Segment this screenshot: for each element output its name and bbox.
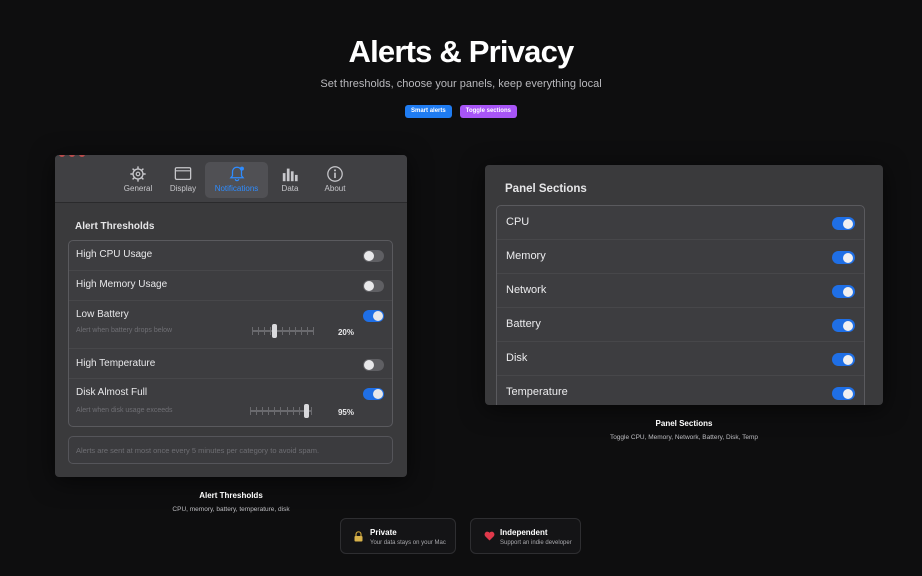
toggle-disk[interactable] [832, 353, 855, 366]
independent-card: Independent Support an indie developer [470, 518, 581, 554]
independent-subtitle: Support an indie developer [500, 540, 572, 546]
row-label: High CPU Usage [76, 249, 153, 260]
tab-data-label: Data [281, 184, 299, 193]
tab-display-label: Display [169, 184, 197, 193]
pill-smart-alerts: Smart alerts [405, 105, 452, 118]
tab-display[interactable]: Display [160, 162, 206, 198]
alert-thresholds-group: High CPU Usage High Memory Usage Low Bat… [68, 240, 393, 427]
alert-rate-note: Alerts are sent at most once every 5 min… [68, 436, 393, 464]
section-label: Temperature [506, 386, 568, 398]
minimize-window-button[interactable] [69, 155, 75, 157]
toggle-disk-almost-full[interactable] [363, 388, 384, 400]
section-label: Battery [506, 318, 541, 330]
battery-threshold-value: 20% [337, 328, 354, 337]
gear-icon [130, 166, 146, 182]
tab-notifications-label: Notifications [214, 184, 259, 193]
section-row-disk: Disk [497, 342, 864, 376]
section-label: Network [506, 284, 547, 296]
private-card: Private Your data stays on your Mac [340, 518, 456, 554]
alert-thresholds-subcaption: CPU, memory, battery, temperature, disk [172, 506, 290, 513]
disk-threshold-slider[interactable] [250, 404, 312, 418]
toggle-battery[interactable] [832, 319, 855, 332]
hero-title: Alerts & Privacy [348, 34, 575, 69]
close-window-button[interactable] [59, 155, 65, 157]
feature-pills: Smart alerts Toggle sections [0, 105, 922, 118]
tab-about-label: About [324, 184, 346, 193]
section-label: Disk [506, 352, 528, 364]
independent-title: Independent [500, 528, 548, 537]
settings-toolbar: General Display Notifications Data About [55, 155, 407, 203]
row-hint: Alert when disk usage exceeds [76, 407, 173, 414]
toggle-cpu[interactable] [832, 217, 855, 230]
section-row-cpu: CPU [497, 206, 864, 240]
display-icon [174, 167, 192, 181]
panel-sections-window: Panel Sections CPU Memory Network Batter… [485, 165, 883, 405]
tab-data[interactable]: Data [267, 162, 313, 198]
row-high-memory: High Memory Usage [69, 271, 392, 301]
toggle-low-battery[interactable] [363, 310, 384, 322]
row-label: Disk Almost Full [76, 387, 148, 398]
toggle-memory[interactable] [832, 251, 855, 264]
zoom-window-button[interactable] [79, 155, 85, 157]
slider-knob[interactable] [304, 404, 309, 418]
tab-notifications[interactable]: Notifications [205, 162, 268, 198]
private-title: Private [370, 528, 397, 537]
toggle-high-memory[interactable] [363, 280, 384, 292]
section-row-battery: Battery [497, 308, 864, 342]
chart-icon [282, 168, 298, 182]
settings-window: General Display Notifications Data About… [55, 155, 407, 477]
tab-general[interactable]: General [115, 162, 161, 198]
heart-icon [484, 531, 495, 545]
section-row-network: Network [497, 274, 864, 308]
alert-thresholds-caption: Alert Thresholds [199, 491, 263, 500]
row-low-battery: Low Battery Alert when battery drops bel… [69, 301, 392, 349]
row-high-cpu: High CPU Usage [69, 241, 392, 271]
toggle-high-cpu[interactable] [363, 250, 384, 262]
tab-general-label: General [123, 184, 153, 193]
row-high-temperature: High Temperature [69, 349, 392, 379]
panel-sections-subcaption: Toggle CPU, Memory, Network, Battery, Di… [609, 434, 759, 441]
section-row-memory: Memory [497, 240, 864, 274]
row-hint: Alert when battery drops below [76, 327, 173, 334]
private-subtitle: Your data stays on your Mac [370, 540, 446, 546]
tab-about[interactable]: About [312, 162, 358, 198]
panel-sections-title: Panel Sections [505, 183, 587, 195]
pill-toggle-sections: Toggle sections [459, 105, 517, 118]
section-label: CPU [506, 216, 530, 228]
alert-thresholds-title: Alert Thresholds [75, 221, 155, 232]
hero-subtitle: Set thresholds, choose your panels, keep… [320, 78, 602, 90]
settings-tabs: General Display Notifications Data About [115, 162, 357, 198]
window-controls [59, 155, 85, 157]
row-label: Low Battery [76, 309, 129, 320]
panel-sections-caption: Panel Sections [655, 419, 713, 428]
slider-knob[interactable] [272, 324, 277, 338]
toggle-network[interactable] [832, 285, 855, 298]
toggle-temperature[interactable] [832, 387, 855, 400]
toggle-high-temperature[interactable] [363, 359, 384, 371]
info-icon [327, 166, 343, 182]
section-label: Memory [506, 250, 546, 262]
row-label: High Temperature [76, 358, 156, 369]
battery-threshold-slider[interactable] [252, 324, 314, 338]
disk-threshold-value: 95% [337, 408, 354, 417]
row-disk-almost-full: Disk Almost Full Alert when disk usage e… [69, 379, 392, 427]
bell-icon [229, 166, 244, 182]
row-label: High Memory Usage [76, 279, 168, 290]
section-row-temperature: Temperature [497, 376, 864, 405]
lock-icon [354, 531, 363, 546]
panel-sections-group: CPU Memory Network Battery Disk Temperat… [496, 205, 865, 405]
